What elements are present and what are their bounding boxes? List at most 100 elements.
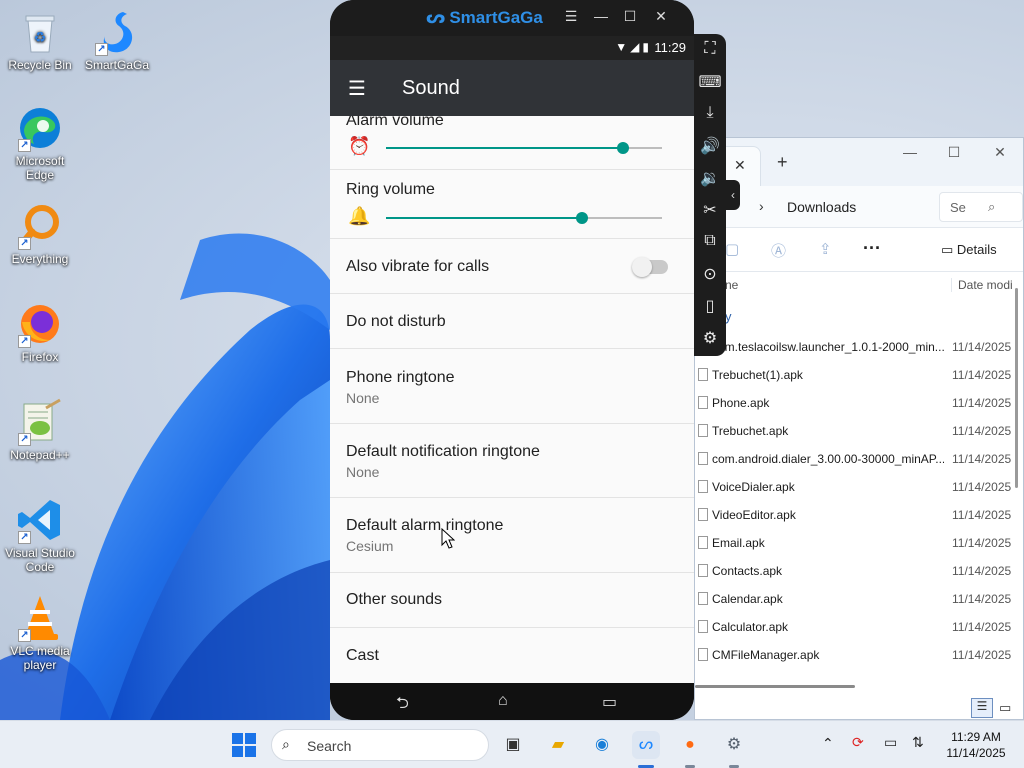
location-icon[interactable]: ⊙ xyxy=(694,264,726,284)
cast-row[interactable]: Cast xyxy=(330,628,694,683)
app-bar: ☰ Sound xyxy=(330,60,694,116)
minimize-button[interactable]: — xyxy=(895,144,925,160)
details-view-button[interactable]: ☰ xyxy=(971,698,993,718)
recents-icon[interactable]: ▭ xyxy=(602,692,617,712)
slider-fill xyxy=(386,217,582,219)
file-row[interactable]: Contacts.apk 11/14/2025 xyxy=(695,557,1023,585)
collapse-toolbar-button[interactable]: ‹ xyxy=(726,180,740,210)
file-row[interactable]: Trebuchet.apk 11/14/2025 xyxy=(695,417,1023,445)
column-name[interactable]: ne xyxy=(725,278,738,292)
breadcrumb-downloads[interactable]: Downloads xyxy=(787,199,856,215)
file-row[interactable]: Phone.apk 11/14/2025 xyxy=(695,389,1023,417)
install-apk-icon[interactable]: ⤓ xyxy=(694,104,726,122)
details-pane-button[interactable]: ▭ Details xyxy=(941,242,997,258)
close-button[interactable]: ✕ xyxy=(985,144,1015,161)
everything-search-icon: ↗ xyxy=(16,202,64,250)
file-date: 11/14/2025 xyxy=(952,424,1012,438)
desktop-icon-edge[interactable]: ↗ Microsoft Edge xyxy=(0,104,80,182)
taskbar-clock[interactable]: 11:29 AM 11/14/2025 xyxy=(940,729,1012,761)
explorer-search-input[interactable]: Se ⌕ xyxy=(939,192,1023,222)
maximize-button[interactable]: ☐ xyxy=(939,144,969,161)
desktop-icon-label: Visual Studio Code xyxy=(5,546,75,574)
file-date: 11/14/2025 xyxy=(952,452,1012,466)
bell-icon: 🔔 xyxy=(348,206,371,226)
hamburger-menu-icon[interactable]: ☰ xyxy=(348,76,366,101)
explorer-titlebar[interactable]: ✕ + — ☐ ✕ xyxy=(695,138,1023,186)
alarm-volume-slider[interactable] xyxy=(386,142,662,154)
tiles-view-button[interactable]: ▭ xyxy=(999,700,1011,716)
file-row[interactable]: com.teslacoilsw.launcher_1.0.1-2000_min.… xyxy=(695,333,1023,361)
file-row[interactable]: VoiceDialer.apk 11/14/2025 xyxy=(695,473,1023,501)
file-row[interactable]: Calculator.apk 11/14/2025 xyxy=(695,613,1023,641)
desktop-icon-firefox[interactable]: ↗ Firefox xyxy=(0,300,80,364)
file-row[interactable]: VideoEditor.apk 11/14/2025 xyxy=(695,501,1023,529)
desktop-icon-notepadpp[interactable]: ↗ Notepad++ xyxy=(0,398,80,462)
emulator-titlebar[interactable]: ᔕ SmartGaGa ☰ — ☐ ✕ xyxy=(330,0,694,36)
desktop: ♻ Recycle Bin ↗ SmartGaGa ↗ Microsoft Ed… xyxy=(0,0,1024,720)
file-row[interactable]: com.android.dialer_3.00.00-30000_minAP..… xyxy=(695,445,1023,473)
file-row[interactable]: CMFileManager.apk 11/14/2025 xyxy=(695,641,1023,669)
do-not-disturb-row[interactable]: Do not disturb xyxy=(330,294,694,349)
multi-instance-icon[interactable]: ⧉ xyxy=(694,232,726,250)
file-row[interactable]: Calendar.apk 11/14/2025 xyxy=(695,585,1023,613)
more-options-icon[interactable]: ··· xyxy=(863,238,881,259)
alarm-ringtone-row[interactable]: Default alarm ringtone Cesium xyxy=(330,498,694,573)
firefox-icon[interactable]: ● xyxy=(676,731,704,759)
show-hidden-icons-chevron-icon[interactable]: ⌃ xyxy=(822,735,834,752)
file-date: 11/14/2025 xyxy=(952,480,1012,494)
slider-thumb[interactable] xyxy=(617,142,630,154)
file-row[interactable]: Trebuchet(1).apk 11/14/2025 xyxy=(695,361,1023,389)
notification-ringtone-row[interactable]: Default notification ringtone None xyxy=(330,424,694,498)
explorer-address-bar[interactable]: › Downloads Se ⌕ xyxy=(695,186,1023,228)
volume-down-icon[interactable]: 🔉 xyxy=(694,168,726,188)
smartgaga-emulator-window[interactable]: ᔕ SmartGaGa ☰ — ☐ ✕ ▼◢▮ 11:29 ☰ Sound Ala… xyxy=(330,0,694,720)
settings-icon[interactable]: ⚙ xyxy=(720,731,748,759)
keyboard-icon[interactable]: ⌨ xyxy=(694,72,726,92)
rename-icon[interactable]: Ⓐ xyxy=(771,240,786,261)
file-row[interactable]: Email.apk 11/14/2025 xyxy=(695,529,1023,557)
smartgaga-icon: ↗ xyxy=(93,8,141,56)
close-button[interactable]: ✕ xyxy=(650,8,672,25)
ring-volume-slider[interactable] xyxy=(386,212,662,224)
desktop-icon-everything[interactable]: ↗ Everything xyxy=(0,202,80,266)
back-icon[interactable]: ⮌ xyxy=(396,692,409,719)
smartgaga-icon[interactable]: ᔕ xyxy=(632,731,660,759)
display-icon[interactable]: ▭ xyxy=(884,734,897,751)
update-icon[interactable]: ⟳ xyxy=(852,734,864,751)
android-status-bar: ▼◢▮ 11:29 xyxy=(330,36,694,60)
desktop-icon-vscode[interactable]: ↗ Visual Studio Code xyxy=(0,496,80,574)
file-manager-icon[interactable]: ▣ xyxy=(499,731,527,759)
shake-icon[interactable]: ▯ xyxy=(694,296,726,316)
desktop-icon-recycle-bin[interactable]: ♻ Recycle Bin xyxy=(0,8,80,72)
settings-icon[interactable]: ⚙ xyxy=(694,328,726,348)
network-icon[interactable]: ⇅ xyxy=(912,734,924,751)
screenshot-icon[interactable]: ✂ xyxy=(694,200,726,220)
edge-icon[interactable]: ◉ xyxy=(588,731,616,759)
menu-icon[interactable]: ☰ xyxy=(560,8,582,25)
desktop-icon-vlc[interactable]: ↗ VLC media player xyxy=(0,594,80,672)
column-date-modified[interactable]: Date modi xyxy=(951,278,1023,292)
other-sounds-row[interactable]: Other sounds xyxy=(330,573,694,628)
vibrate-for-calls-row[interactable]: Also vibrate for calls xyxy=(330,239,694,294)
close-tab-icon[interactable]: ✕ xyxy=(734,157,746,174)
fullscreen-icon[interactable]: ⛶ xyxy=(694,40,726,58)
clock-date: 11/14/2025 xyxy=(946,746,1006,760)
copy-icon[interactable]: ▢ xyxy=(725,240,739,258)
vibrate-toggle[interactable] xyxy=(632,257,668,277)
phone-ringtone-label: Phone ringtone xyxy=(346,369,455,386)
volume-up-icon[interactable]: 🔊 xyxy=(694,136,726,156)
share-icon[interactable]: ⇪ xyxy=(819,240,832,258)
slider-thumb[interactable] xyxy=(575,212,588,224)
maximize-button[interactable]: ☐ xyxy=(619,8,641,25)
horizontal-scrollbar[interactable] xyxy=(695,685,855,688)
taskbar-search-input[interactable]: ⌕ Search xyxy=(271,729,489,761)
desktop-icon-smartgaga[interactable]: ↗ SmartGaGa xyxy=(77,8,157,72)
phone-ringtone-row[interactable]: Phone ringtone None xyxy=(330,349,694,424)
home-icon[interactable]: ⌂ xyxy=(498,692,508,710)
start-button[interactable] xyxy=(232,733,256,757)
minimize-button[interactable]: — xyxy=(590,8,612,24)
file-explorer-window[interactable]: ✕ + — ☐ ✕ › Downloads Se ⌕ ▢ Ⓐ ⇪ ··· ▭ D… xyxy=(694,137,1024,720)
new-tab-button[interactable]: + xyxy=(777,152,788,173)
file-explorer-icon[interactable]: ▰ xyxy=(544,731,572,759)
vertical-scrollbar[interactable] xyxy=(1015,288,1018,488)
